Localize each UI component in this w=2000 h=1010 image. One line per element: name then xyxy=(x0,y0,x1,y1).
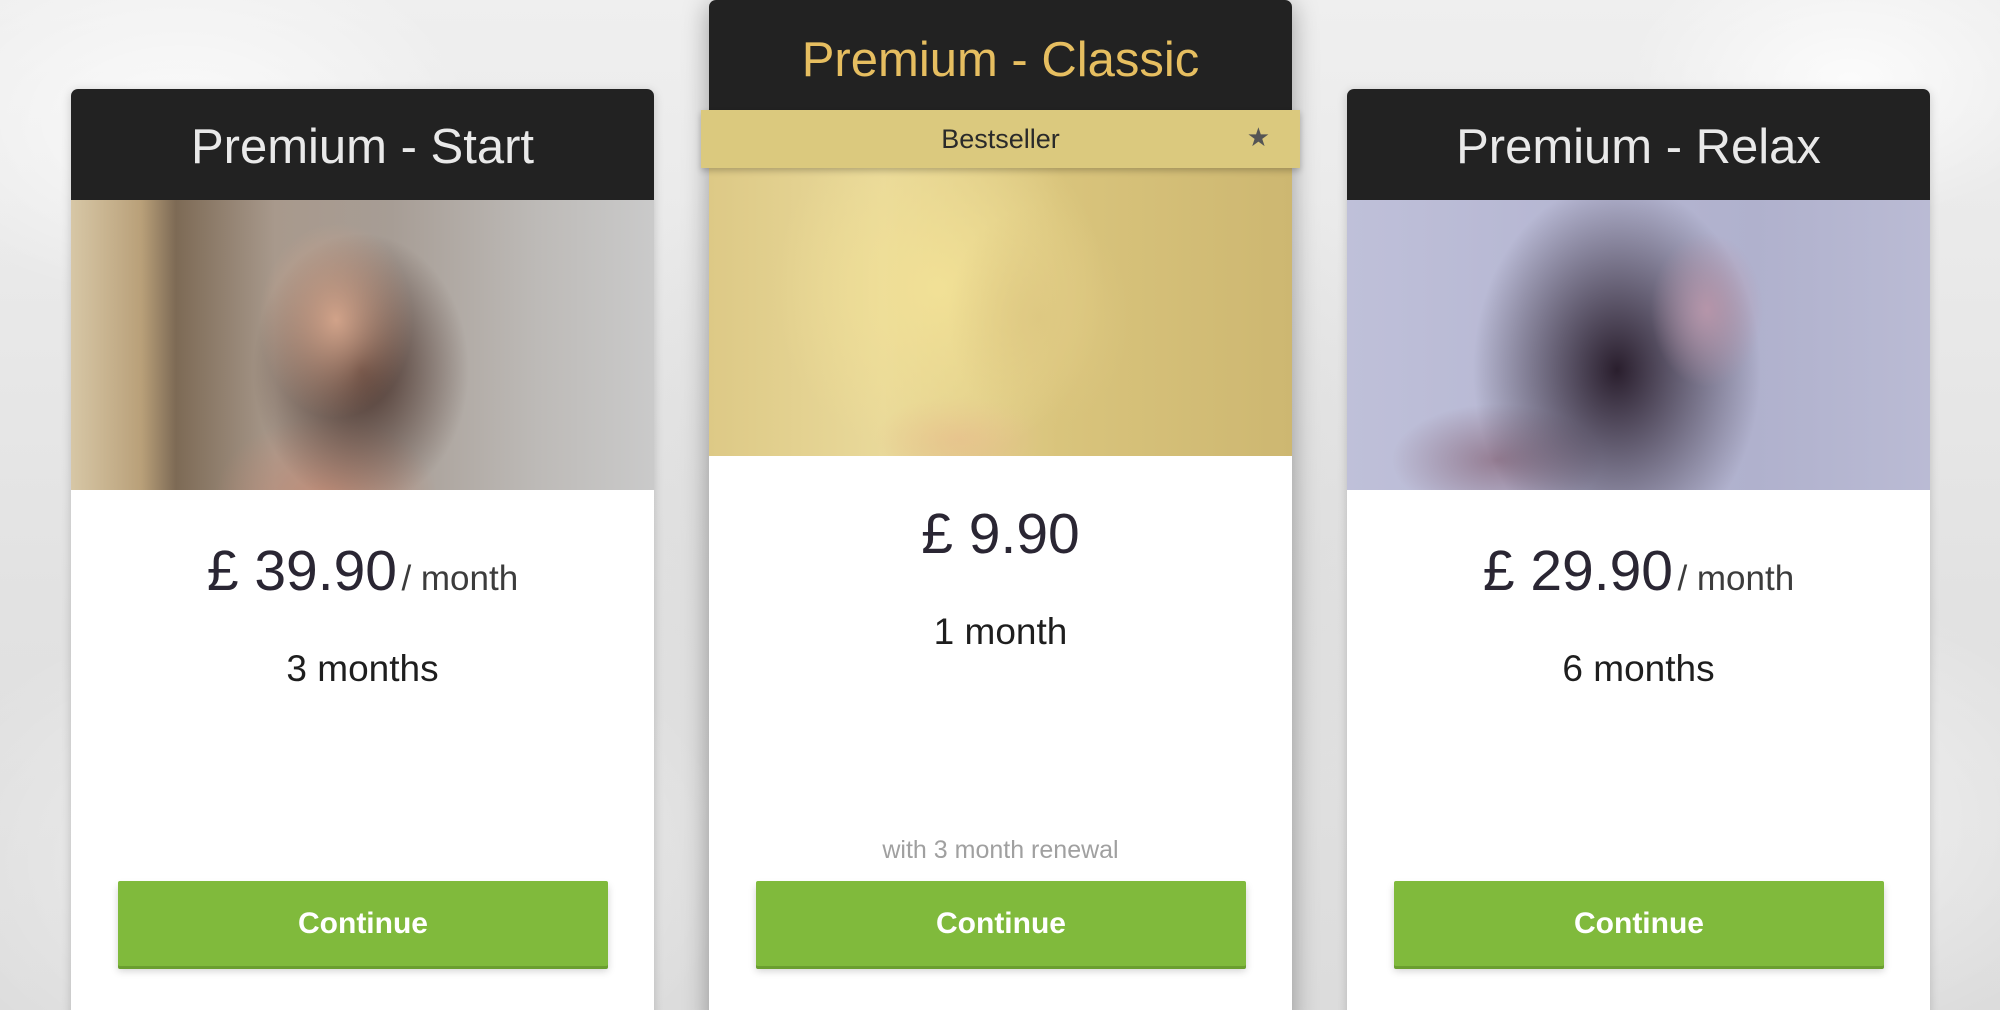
plan-photo xyxy=(709,168,1292,456)
plan-card-relax: Premium - Relax £ 29.90 / month 6 months… xyxy=(1347,89,1930,1010)
bestseller-ribbon: Bestseller ★ xyxy=(701,110,1300,168)
plan-title: Premium - Relax xyxy=(1347,89,1930,200)
plan-price: £ 39.90 / month xyxy=(71,536,654,606)
price-amount: £ 39.90 xyxy=(206,539,397,603)
continue-button[interactable]: Continue xyxy=(118,881,608,966)
continue-button[interactable]: Continue xyxy=(1394,881,1884,966)
price-period: / month xyxy=(1677,559,1795,598)
plan-title: Premium - Start xyxy=(71,89,654,200)
plan-duration: 6 months xyxy=(1562,648,1715,689)
plan-price: £ 9.90 xyxy=(709,499,1292,569)
ribbon-label: Bestseller xyxy=(941,123,1060,154)
renewal-note: with 3 month renewal xyxy=(882,836,1119,864)
plan-photo xyxy=(1347,200,1930,490)
plan-photo xyxy=(71,200,654,490)
continue-button[interactable]: Continue xyxy=(756,881,1246,966)
plan-duration: 1 month xyxy=(933,611,1068,652)
star-icon: ★ xyxy=(1246,122,1270,152)
plan-price: £ 29.90 / month xyxy=(1347,536,1930,606)
plan-title: Premium - Classic xyxy=(709,0,1292,112)
plan-card-classic: Premium - Classic Bestseller ★ £ 9.90 1 … xyxy=(701,0,1300,1010)
price-amount: £ 9.90 xyxy=(921,502,1080,566)
plan-card-start: Premium - Start £ 39.90 / month 3 months… xyxy=(71,89,654,1010)
price-period: / month xyxy=(401,559,519,598)
plan-duration: 3 months xyxy=(286,648,439,689)
price-amount: £ 29.90 xyxy=(1482,539,1673,603)
